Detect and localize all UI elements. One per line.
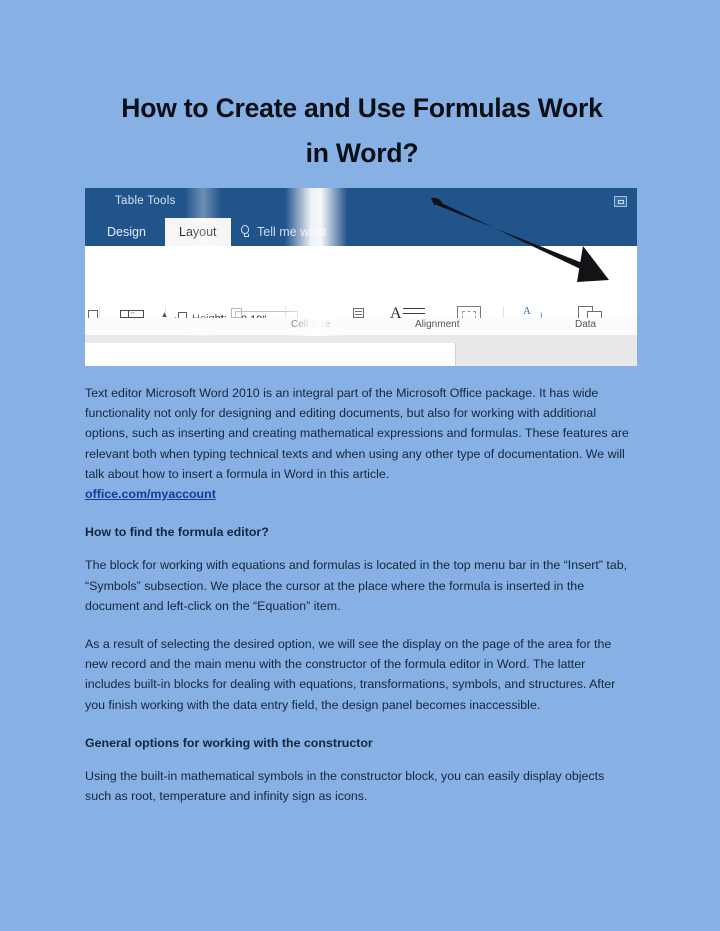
group-label-cell-size: Cell Size xyxy=(291,319,331,330)
restore-window-icon[interactable] xyxy=(614,196,627,207)
page-title: How to Create and Use Formulas Work in W… xyxy=(88,86,636,176)
group-label-alignment: Alignment xyxy=(415,319,460,330)
tab-design[interactable]: Design xyxy=(93,218,160,246)
distribute-rows-icon[interactable] xyxy=(231,308,242,318)
heading-general-options: General options for working with the con… xyxy=(85,735,373,750)
group-label-data: Data xyxy=(575,319,597,330)
paragraph-2: The block for working with equations and… xyxy=(85,558,628,613)
autofit-arrows-icon: ↔ xyxy=(129,309,136,316)
tell-me-search[interactable]: Tell me what xyxy=(235,218,340,246)
lightbulb-icon xyxy=(241,225,249,237)
word-ribbon-screenshot: Table Tools Design Layout Tell me what i… xyxy=(85,188,637,366)
ribbon-tabs: Design Layout Tell me what xyxy=(85,218,637,246)
tell-me-label: Tell me what xyxy=(257,225,327,239)
article-body: Text editor Microsoft Word 2010 is an in… xyxy=(85,383,633,816)
contextual-tab-label: Table Tools xyxy=(115,195,176,207)
align-top-left-icon[interactable] xyxy=(353,308,364,318)
page-title-line-1: How to Create and Use Formulas Work xyxy=(121,93,603,123)
tab-layout[interactable]: Layout xyxy=(165,218,231,246)
ribbon-command-area: it le ↔ AutoFit ↕ Height: 0.19" ▲▼ ↔ xyxy=(85,246,637,366)
ribbon-group-labels: Cell Size Alignment Data xyxy=(85,318,637,336)
paragraph-4: Using the built-in mathematical symbols … xyxy=(85,769,605,804)
office-myaccount-link[interactable]: office.com/myaccount xyxy=(85,484,216,504)
heading-how-to-find-formula-editor: How to find the formula editor? xyxy=(85,525,269,540)
paragraph-3: As a result of selecting the desired opt… xyxy=(85,637,616,712)
document-page-area xyxy=(85,343,456,366)
paragraph-1: Text editor Microsoft Word 2010 is an in… xyxy=(85,386,629,481)
page-title-line-2: in Word? xyxy=(305,138,419,168)
